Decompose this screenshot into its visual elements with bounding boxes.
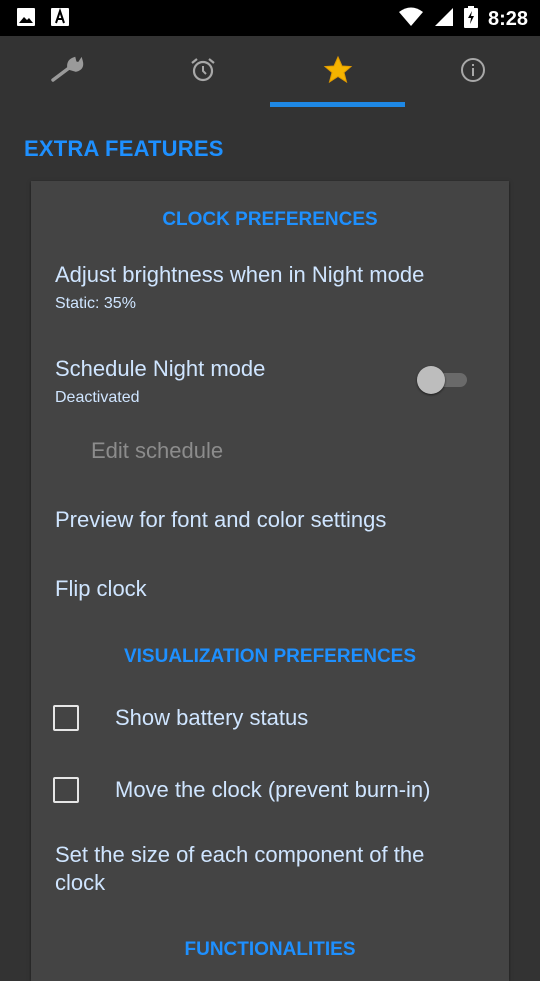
star-icon <box>323 55 353 90</box>
preferences-card: CLOCK PREFERENCES Adjust brightness when… <box>31 181 509 981</box>
font-notification-icon <box>50 7 70 32</box>
preview-font-color-item[interactable]: Preview for font and color settings <box>55 507 386 533</box>
schedule-summary: Deactivated <box>55 389 140 406</box>
alarm-clock-icon <box>189 56 217 89</box>
tab-settings[interactable] <box>0 36 135 108</box>
battery-charging-icon <box>463 6 478 33</box>
signal-icon <box>434 7 454 32</box>
tab-bar <box>0 36 540 108</box>
status-bar: 8:28 <box>0 0 540 36</box>
clock-time: 8:28 <box>487 8 528 30</box>
show-battery-checkbox[interactable] <box>53 705 79 731</box>
tab-alarm[interactable] <box>135 36 270 108</box>
visualization-preferences-header: VISUALIZATION PREFERENCES <box>123 646 417 667</box>
component-size-title-line1: Set the size of each component of the <box>55 842 425 867</box>
move-clock-checkbox[interactable] <box>53 777 79 803</box>
tab-extras[interactable] <box>270 36 405 108</box>
wifi-icon <box>398 7 424 32</box>
schedule-night-mode-toggle[interactable] <box>417 366 471 394</box>
selected-tab-indicator <box>270 102 405 107</box>
brightness-title: Adjust brightness when in Night mode <box>55 262 425 287</box>
functionalities-header: FUNCTIONALITIES <box>184 939 356 960</box>
show-battery-label: Show battery status <box>115 705 309 730</box>
brightness-summary: Static: 35% <box>55 295 136 312</box>
tab-info[interactable] <box>405 36 540 108</box>
wrench-icon <box>50 56 85 89</box>
info-icon <box>460 57 486 88</box>
flip-clock-item[interactable]: Flip clock <box>55 576 147 602</box>
toggle-thumb <box>417 366 445 394</box>
component-size-title-line2: clock <box>55 870 106 895</box>
move-clock-label: Move the clock (prevent burn-in) <box>115 777 431 802</box>
schedule-title: Schedule Night mode <box>55 356 266 381</box>
edit-schedule-item[interactable]: Edit schedule <box>91 438 223 464</box>
page-title: EXTRA FEATURES <box>24 136 224 161</box>
clock-preferences-header: CLOCK PREFERENCES <box>162 209 378 230</box>
image-notification-icon <box>16 7 36 32</box>
